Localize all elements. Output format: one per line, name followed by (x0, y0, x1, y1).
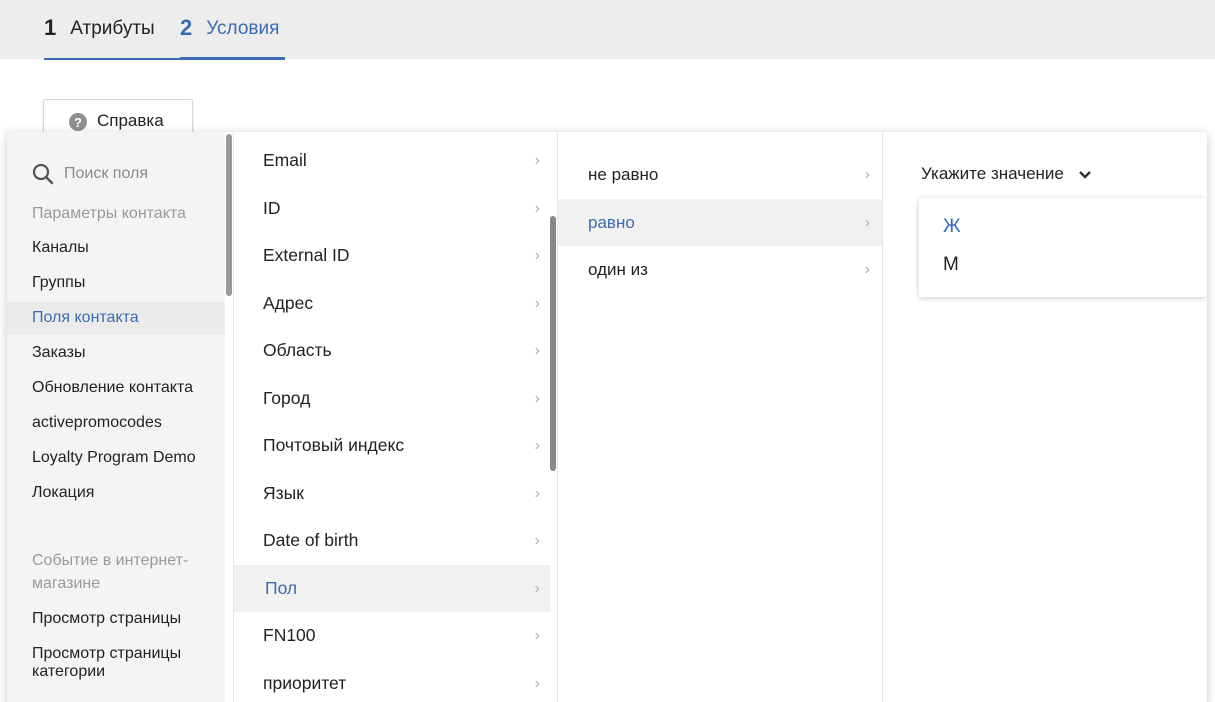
operator-label: равно (588, 212, 635, 232)
field-item[interactable]: Почтовый индекс › (234, 422, 550, 469)
category-orders[interactable]: Заказы (32, 344, 85, 362)
field-item[interactable]: Город › (234, 375, 550, 422)
tab-attributes[interactable]: 1 Атрибуты (44, 0, 180, 60)
category-page-view[interactable]: Просмотр страницы (32, 610, 181, 628)
field-item[interactable]: Date of birth › (234, 517, 550, 564)
condition-picker-panel: Поиск поля Параметры контакта Каналы Гру… (7, 132, 1207, 702)
chevron-right-icon: › (864, 165, 870, 183)
tab-number: 1 (44, 15, 57, 40)
chevron-down-icon (1079, 171, 1091, 179)
fields-scrollbar[interactable] (550, 216, 556, 471)
chevron-right-icon: › (534, 626, 540, 644)
chevron-right-icon: › (534, 484, 540, 502)
operator-label: не равно (588, 164, 659, 184)
chevron-right-icon: › (864, 213, 870, 231)
field-label: Язык (263, 483, 304, 503)
value-select[interactable]: Укажите значение (921, 164, 1092, 184)
category-loyalty-program[interactable]: Loyalty Program Demo (32, 449, 196, 467)
tab-label: Условия (206, 17, 280, 39)
chevron-right-icon: › (534, 341, 540, 359)
category-location[interactable]: Локация (32, 484, 94, 502)
field-label: ID (263, 198, 281, 218)
chevron-right-icon: › (534, 199, 540, 217)
field-item[interactable]: FN100 › (234, 612, 550, 659)
field-label: Город (263, 388, 311, 408)
field-item[interactable]: External ID › (234, 232, 550, 279)
operator-equal[interactable]: равно › (558, 199, 882, 246)
field-label: Email (263, 150, 307, 170)
chevron-right-icon: › (864, 260, 870, 278)
field-item[interactable]: приоритет › (234, 660, 550, 702)
category-contact-update[interactable]: Обновление контакта (32, 379, 193, 397)
field-label: Адрес (263, 293, 314, 313)
field-item[interactable]: ID › (234, 185, 550, 232)
help-button-label: Справка (97, 111, 164, 130)
chevron-right-icon: › (534, 294, 540, 312)
category-contact-fields[interactable]: Поля контакта (32, 309, 139, 327)
section-header-contact-params: Параметры контакта (32, 205, 186, 222)
field-label: Почтовый индекс (263, 435, 405, 455)
operator-label: один из (588, 259, 648, 279)
contact-fields-column: Email › ID › External ID › Адрес › Область › … (234, 132, 557, 702)
tab-label: Атрибуты (70, 18, 155, 39)
value-options-list: Ж М (919, 198, 1207, 297)
field-item[interactable]: Язык › (234, 470, 550, 517)
chevron-right-icon: › (534, 246, 540, 264)
operators-column: не равно › равно › один из › (558, 132, 882, 702)
field-search[interactable]: Поиск поля (32, 163, 148, 185)
category-channels[interactable]: Каналы (32, 239, 89, 257)
section-header-shop-events: Событие в интернет-магазине (32, 552, 189, 592)
search-icon (32, 163, 54, 185)
field-item[interactable]: Область › (234, 327, 550, 374)
category-activepromocodes[interactable]: activepromocodes (32, 414, 162, 432)
category-category-page-view[interactable]: Просмотр страницы категории (32, 645, 202, 681)
field-label: приоритет (263, 673, 347, 693)
value-option-f[interactable]: Ж (943, 216, 961, 238)
tab-number: 2 (180, 14, 193, 40)
field-item[interactable]: Email › (234, 137, 550, 184)
chevron-right-icon: › (534, 389, 540, 407)
field-label: Date of birth (263, 530, 359, 550)
field-label: FN100 (263, 625, 316, 645)
tab-conditions[interactable]: 2 Условия (180, 0, 285, 60)
field-item[interactable]: Адрес › (234, 280, 550, 327)
column-divider (882, 132, 883, 702)
chevron-right-icon: › (534, 436, 540, 454)
field-label: Пол (265, 578, 298, 598)
value-select-label: Укажите значение (921, 164, 1064, 183)
value-option-m[interactable]: М (943, 254, 959, 276)
chevron-right-icon: › (534, 151, 540, 169)
chevron-right-icon: › (534, 579, 540, 597)
search-input[interactable]: Поиск поля (64, 165, 148, 183)
field-label: External ID (263, 245, 350, 265)
field-label: Область (263, 340, 332, 360)
operator-not-equal[interactable]: не равно › (558, 151, 882, 198)
question-circle-icon: ? (69, 113, 87, 131)
operator-one-of[interactable]: один из › (558, 246, 882, 293)
chevron-right-icon: › (534, 531, 540, 549)
categories-scrollbar[interactable] (226, 134, 232, 296)
field-item-selected[interactable]: Пол › (234, 565, 550, 612)
chevron-right-icon: › (534, 674, 540, 692)
category-groups[interactable]: Группы (32, 274, 85, 292)
